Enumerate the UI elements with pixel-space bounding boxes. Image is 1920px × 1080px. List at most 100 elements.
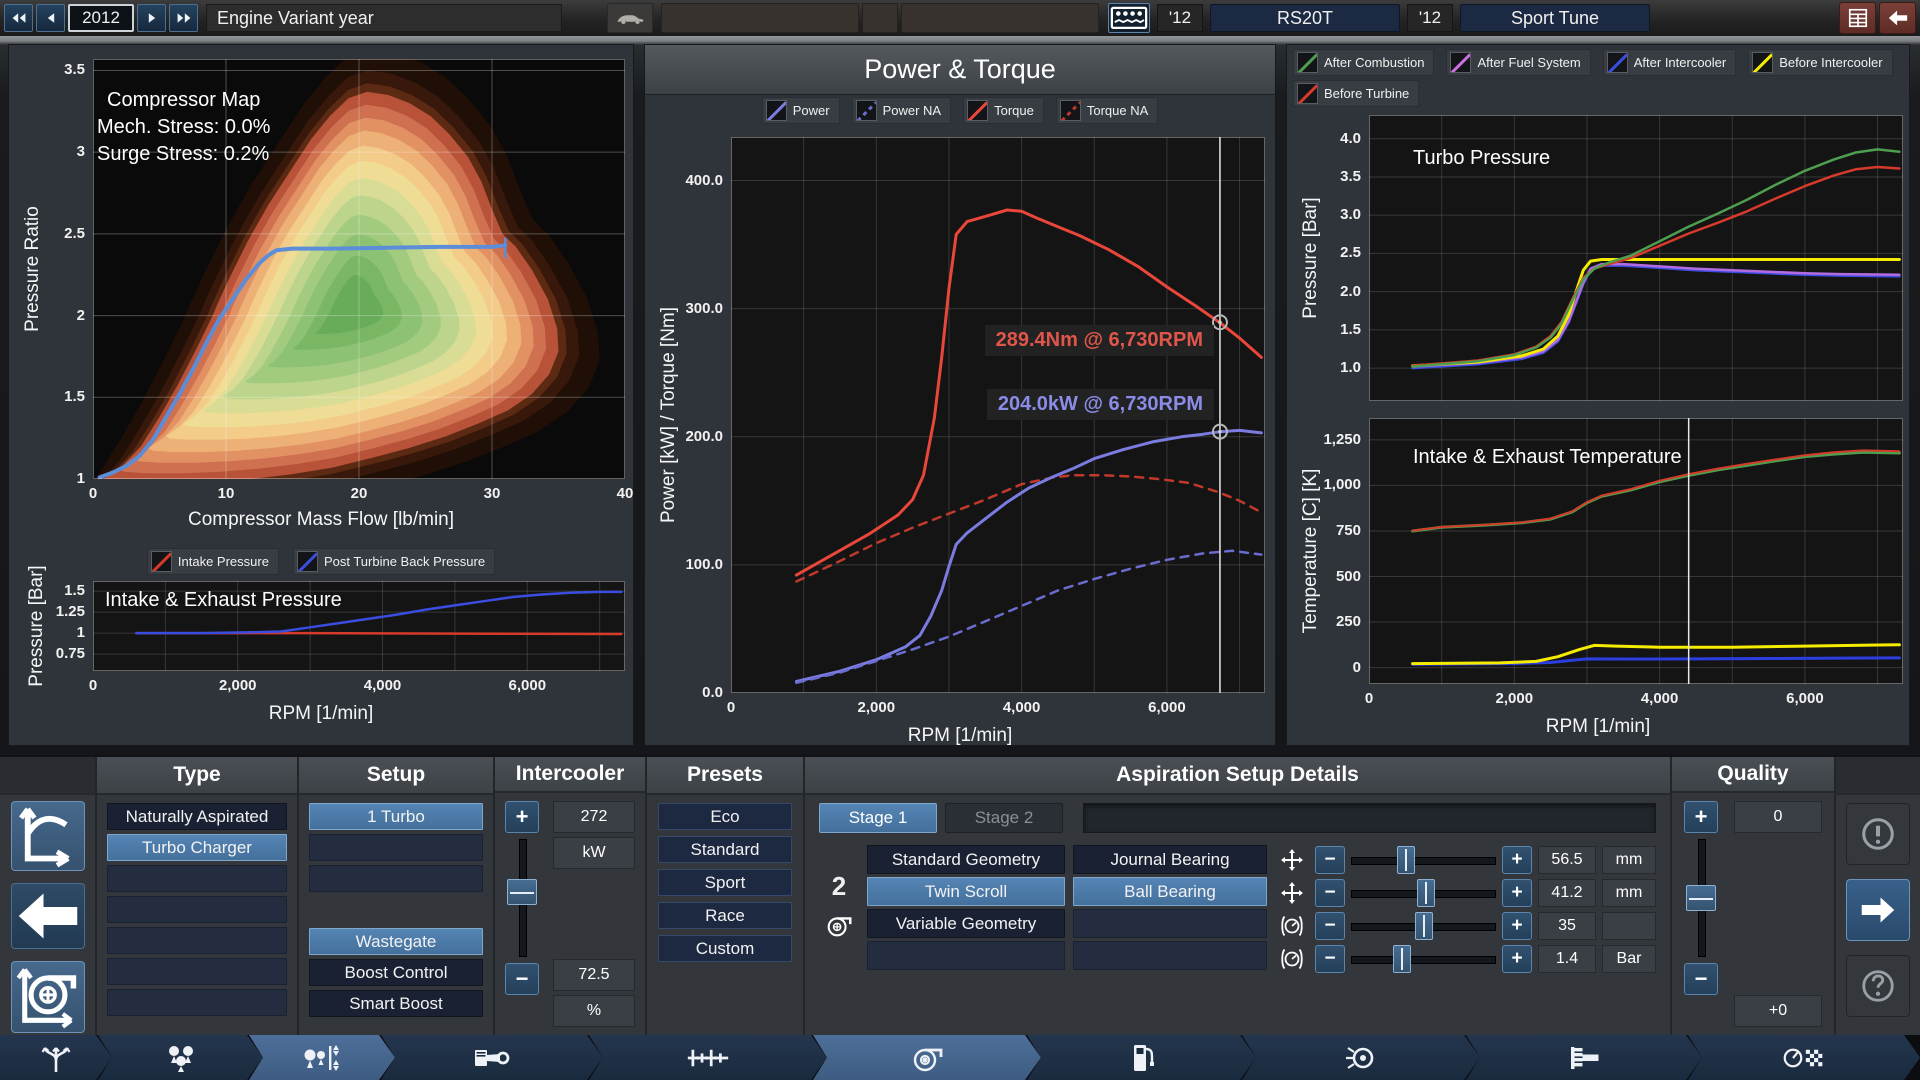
year-value[interactable]: 2012: [68, 4, 134, 32]
temperature-xlabel: RPM [1/min]: [1545, 716, 1651, 738]
preset-standard[interactable]: Standard: [658, 836, 792, 863]
year-fast-forward-button[interactable]: [169, 4, 198, 32]
legend-power[interactable]: Power: [761, 96, 840, 124]
tab-stage-1[interactable]: Stage 1: [819, 803, 937, 833]
tab-headers[interactable]: [1466, 1035, 1702, 1080]
boost-limit-increase[interactable]: +: [1502, 944, 1532, 973]
boost-limit-decrease[interactable]: −: [1315, 944, 1345, 973]
preset-sport[interactable]: Sport: [658, 869, 792, 896]
back-button[interactable]: [1879, 2, 1916, 34]
graph-view-button[interactable]: [10, 801, 85, 871]
compressor-size-decrease[interactable]: −: [1315, 845, 1345, 874]
car-model-button[interactable]: [607, 3, 653, 33]
branch-arrows-icon: [34, 1041, 78, 1075]
turbo-graph-button[interactable]: [10, 961, 85, 1033]
setup-mode-boost-control[interactable]: Boost Control: [309, 959, 483, 986]
geometry-standard[interactable]: Standard Geometry: [867, 845, 1065, 874]
legend-intake-pressure[interactable]: Intake Pressure: [146, 548, 279, 575]
turbine-size-slider[interactable]: [1351, 878, 1496, 907]
power-torque-panel: Power & Torque Power Power NA Torque Tor…: [644, 44, 1276, 746]
type-option-turbo-charger[interactable]: Turbo Charger: [107, 834, 287, 861]
turbine-size-increase[interactable]: +: [1502, 878, 1532, 907]
quality-slider-handle[interactable]: [1686, 885, 1716, 911]
boost-limit-slider[interactable]: [1351, 944, 1496, 973]
geometry-twin-scroll[interactable]: Twin Scroll: [867, 877, 1065, 906]
compressor-size-value[interactable]: 56.5: [1538, 845, 1596, 874]
setup-mode-wastegate[interactable]: Wastegate: [309, 928, 483, 955]
intercooler-power-value[interactable]: 272: [553, 801, 635, 833]
y-tick-label: 0.0: [702, 684, 723, 701]
turbine-size-decrease[interactable]: −: [1315, 878, 1345, 907]
quality-header: Quality: [1672, 757, 1834, 793]
ar-ratio-increase[interactable]: +: [1502, 911, 1532, 940]
spreadsheet-button[interactable]: [1839, 2, 1876, 34]
quality-decrease-button[interactable]: −: [1684, 963, 1718, 995]
compressor-size-slider[interactable]: [1351, 845, 1496, 874]
intake-pressure-swatch-icon: [150, 551, 172, 572]
tab-top-end[interactable]: [98, 1035, 263, 1080]
legend-after-fuel-system[interactable]: After Fuel System: [1446, 49, 1591, 76]
type-option-naturally-aspirated[interactable]: Naturally Aspirated: [107, 803, 287, 830]
ar-ratio-handle[interactable]: [1414, 911, 1433, 940]
tab-stage-2[interactable]: Stage 2: [945, 803, 1063, 833]
compressor-size-increase[interactable]: +: [1502, 845, 1532, 874]
preset-custom[interactable]: Custom: [658, 935, 792, 962]
tab-cam-setup[interactable]: [249, 1035, 395, 1080]
ar-ratio-decrease[interactable]: −: [1315, 911, 1345, 940]
compressor-size-handle[interactable]: [1397, 845, 1416, 874]
turbo-count-value: 2: [831, 871, 847, 901]
quality-increase-button[interactable]: +: [1684, 801, 1718, 833]
engine-variant-name[interactable]: Sport Tune: [1460, 4, 1650, 32]
boost-limit-handle[interactable]: [1392, 944, 1411, 973]
y-tick-label: 200.0: [685, 427, 723, 445]
turbine-size-handle[interactable]: [1417, 878, 1436, 907]
geometry-variable[interactable]: Variable Geometry: [867, 909, 1065, 938]
intercooler-efficiency-value[interactable]: 72.5: [553, 959, 635, 991]
legend-before-intercooler[interactable]: Before Intercooler: [1748, 49, 1893, 76]
cam-profile-icon: [300, 1041, 344, 1075]
bearing-ball[interactable]: Ball Bearing: [1073, 877, 1267, 906]
legend-after-intercooler[interactable]: After Intercooler: [1602, 49, 1737, 76]
y-tick-label: 2.0: [1340, 282, 1361, 300]
warnings-button[interactable]: [1846, 803, 1910, 865]
intake-exhaust-temperature-chart: Intake & Exhaust Temperature RPM [1/min]…: [1287, 408, 1909, 745]
year-prev-button[interactable]: [36, 4, 65, 32]
setup-mode-smart-boost[interactable]: Smart Boost: [309, 990, 483, 1017]
tab-engine-family[interactable]: [0, 1035, 112, 1080]
preset-race[interactable]: Race: [658, 902, 792, 929]
aspiration-details-column: Aspiration Setup Details Stage 1 Stage 2…: [805, 757, 1672, 1035]
legend-torque[interactable]: Torque: [963, 96, 1044, 124]
intercooler-decrease-button[interactable]: −: [505, 963, 539, 995]
proceed-button[interactable]: [1846, 879, 1910, 941]
ar-ratio-value[interactable]: 35: [1538, 911, 1596, 940]
tab-testing[interactable]: [1688, 1035, 1920, 1080]
boost-limit-value[interactable]: 1.4: [1538, 944, 1596, 973]
tab-fuel-system[interactable]: [1027, 1035, 1256, 1080]
legend-power-na[interactable]: Power NA: [851, 96, 952, 124]
turbine-size-value[interactable]: 41.2: [1538, 878, 1596, 907]
turbo-count-cell: 2: [819, 845, 859, 977]
year-rewind-button[interactable]: [4, 4, 33, 32]
setup-option-1-turbo[interactable]: 1 Turbo: [309, 803, 483, 830]
ar-ratio-slider[interactable]: [1351, 911, 1496, 940]
legend-after-combustion[interactable]: After Combustion: [1293, 49, 1435, 76]
legend-torque-na[interactable]: Torque NA: [1055, 96, 1159, 124]
preset-eco[interactable]: Eco: [658, 803, 792, 830]
tab-exhaust[interactable]: [1242, 1035, 1480, 1080]
intercooler-increase-button[interactable]: +: [505, 801, 539, 833]
tab-bottom-end[interactable]: [381, 1035, 603, 1080]
tab-crankshaft[interactable]: [589, 1035, 827, 1080]
legend-post-turbine-back-pressure[interactable]: Post Turbine Back Pressure: [292, 548, 496, 575]
quality-slider[interactable]: [1686, 839, 1716, 957]
back-step-button[interactable]: [10, 883, 85, 949]
setup-header: Setup: [299, 757, 493, 795]
engine-manager-button[interactable]: [1108, 3, 1150, 33]
intercooler-slider[interactable]: [507, 839, 537, 957]
engine-family-name[interactable]: RS20T: [1210, 4, 1400, 32]
compressor-map-chart: Compressor Map Mech. Stress: 0.0% Surge …: [9, 45, 633, 543]
intercooler-slider-handle[interactable]: [507, 879, 537, 906]
tab-aspiration[interactable]: [813, 1035, 1041, 1080]
bearing-journal[interactable]: Journal Bearing: [1073, 845, 1267, 874]
help-button[interactable]: [1846, 955, 1910, 1017]
year-next-button[interactable]: [137, 4, 166, 32]
